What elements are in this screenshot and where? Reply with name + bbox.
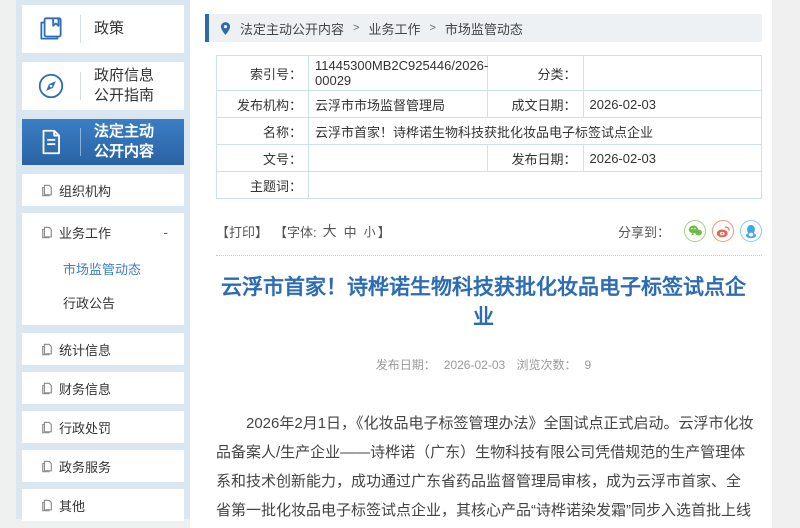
sidebar-item-statistics[interactable]: 统计信息	[22, 333, 184, 365]
sidebar-item-label: 业务工作	[59, 223, 111, 242]
font-size-label-close: 】	[378, 222, 391, 241]
sidebar-item-other[interactable]: 其他	[22, 489, 184, 521]
meta-value: 2026-02-03	[583, 91, 762, 118]
meta-label: 发布机构：	[217, 91, 309, 118]
breadcrumb-item-market[interactable]: 市场监管动态	[445, 19, 523, 38]
table-row: 索引号： 11445300MB2C925446/2026-00029 分类：	[217, 56, 762, 91]
sidebar-item-finance[interactable]: 财务信息	[22, 372, 184, 404]
sidebar-item-business-work[interactable]: 业务工作 -	[22, 213, 184, 251]
sidebar-item-label: 其他	[59, 496, 85, 515]
font-size-label: 【字体:	[274, 222, 317, 241]
sidebar-card-policy[interactable]: 政策	[22, 5, 184, 53]
sidebar-group-business: 业务工作 - 市场监管动态 行政公告	[22, 213, 184, 325]
breadcrumb-item-statutory[interactable]: 法定主动公开内容	[240, 19, 344, 38]
sidebar-item-label: 行政处罚	[59, 418, 111, 437]
meta-value: 云浮市市场监督管理局	[309, 91, 488, 118]
page-icon	[41, 226, 53, 239]
meta-value	[309, 172, 762, 199]
compass-icon	[22, 71, 80, 101]
book-icon	[22, 14, 80, 44]
meta-label: 索引号：	[217, 56, 309, 91]
page-icon	[41, 343, 53, 356]
divider	[80, 128, 81, 156]
publish-date-label: 发布日期：	[376, 358, 436, 372]
meta-label: 发布日期：	[487, 145, 583, 172]
qq-icon[interactable]	[740, 220, 762, 242]
sidebar-card-label: 政策	[94, 19, 162, 39]
meta-value	[583, 56, 762, 91]
sidebar-card-guide[interactable]: 政府信息公开指南	[22, 62, 184, 110]
views-count: 9	[585, 358, 592, 372]
sidebar-subitem-administrative-notice[interactable]: 行政公告	[22, 285, 184, 319]
table-row: 主题词：	[217, 172, 762, 199]
sidebar-card-label: 法定主动公开内容	[94, 122, 162, 163]
sidebar: 政策 政府信息公开指南	[16, 0, 190, 519]
page-icon	[41, 499, 53, 512]
sidebar-item-label: 财务信息	[59, 379, 111, 398]
sidebar-item-gov-service[interactable]: 政务服务	[22, 450, 184, 482]
sidebar-card-statutory-disclosure[interactable]: 法定主动公开内容	[22, 119, 184, 165]
collapse-indicator[interactable]: -	[163, 224, 168, 240]
views-label: 浏览次数：	[517, 358, 577, 372]
breadcrumb-item-business[interactable]: 业务工作	[368, 19, 420, 38]
page-icon	[41, 421, 53, 434]
sidebar-item-label: 组织机构	[59, 181, 111, 200]
article-body: 2026年2月1日，《化妆品电子标签管理办法》全国试点正式启动。云浮市化妆品备案…	[216, 409, 754, 528]
meta-label: 文号：	[217, 145, 309, 172]
meta-value: 2026-02-03	[583, 145, 762, 172]
divider	[80, 15, 81, 43]
table-row: 文号： 发布日期： 2026-02-03	[217, 145, 762, 172]
page-icon	[41, 460, 53, 473]
sidebar-subitem-market-supervision[interactable]: 市场监管动态	[22, 251, 184, 285]
publish-date: 2026-02-03	[444, 358, 505, 372]
sidebar-item-organization[interactable]: 组织机构	[22, 174, 184, 206]
print-button[interactable]: 【打印】	[216, 222, 268, 241]
location-pin-icon	[219, 21, 232, 36]
meta-value: 云浮市首家！诗桦诺生物科技获批化妆品电子标签试点企业	[309, 118, 762, 145]
sidebar-item-label: 统计信息	[59, 340, 111, 359]
table-row: 名称： 云浮市首家！诗桦诺生物科技获批化妆品电子标签试点企业	[217, 118, 762, 145]
weibo-icon[interactable]	[712, 220, 734, 242]
breadcrumb-separator: >	[353, 22, 359, 34]
divider	[216, 255, 762, 256]
sidebar-card-label: 政府信息公开指南	[94, 66, 162, 107]
sidebar-item-label: 政务服务	[59, 457, 111, 476]
divider	[80, 72, 81, 100]
meta-label: 分类：	[487, 56, 583, 91]
meta-label: 名称：	[217, 118, 309, 145]
document-icon	[22, 127, 80, 157]
meta-value	[309, 145, 488, 172]
meta-label: 主题词：	[217, 172, 309, 199]
wechat-icon[interactable]	[684, 220, 706, 242]
document-meta-table: 索引号： 11445300MB2C925446/2026-00029 分类： 发…	[216, 55, 762, 199]
page: 政策 政府信息公开指南	[0, 0, 800, 528]
font-size-medium-button[interactable]: 中	[344, 222, 357, 241]
right-gutter	[772, 0, 800, 528]
meta-value: 11445300MB2C925446/2026-00029	[309, 56, 488, 91]
article-title: 云浮市首家！诗桦诺生物科技获批化妆品电子标签试点企业	[219, 273, 748, 333]
table-row: 发布机构： 云浮市市场监督管理局 成文日期： 2026-02-03	[217, 91, 762, 118]
sidebar-item-penalty[interactable]: 行政处罚	[22, 411, 184, 443]
article-toolbar: 【打印】 【字体: 大 中 小 】 分享到：	[216, 220, 762, 242]
share-label: 分享到：	[618, 222, 670, 241]
page-icon	[41, 382, 53, 395]
article-paragraph: 2026年2月1日，《化妆品电子标签管理办法》全国试点正式启动。云浮市化妆品备案…	[216, 409, 754, 528]
article-meta: 发布日期： 2026-02-03 浏览次数： 9	[205, 356, 762, 373]
breadcrumb-separator: >	[429, 22, 435, 34]
left-gutter	[0, 0, 16, 528]
font-size-large-button[interactable]: 大	[323, 221, 337, 241]
share-bar: 分享到：	[618, 220, 762, 242]
page-icon	[41, 184, 53, 197]
breadcrumb: 法定主动公开内容 > 业务工作 > 市场监管动态	[205, 14, 762, 42]
font-size-small-button[interactable]: 小	[364, 223, 376, 240]
main-content: 法定主动公开内容 > 业务工作 > 市场监管动态 索引号： 11445300MB…	[190, 0, 772, 528]
meta-label: 成文日期：	[487, 91, 583, 118]
